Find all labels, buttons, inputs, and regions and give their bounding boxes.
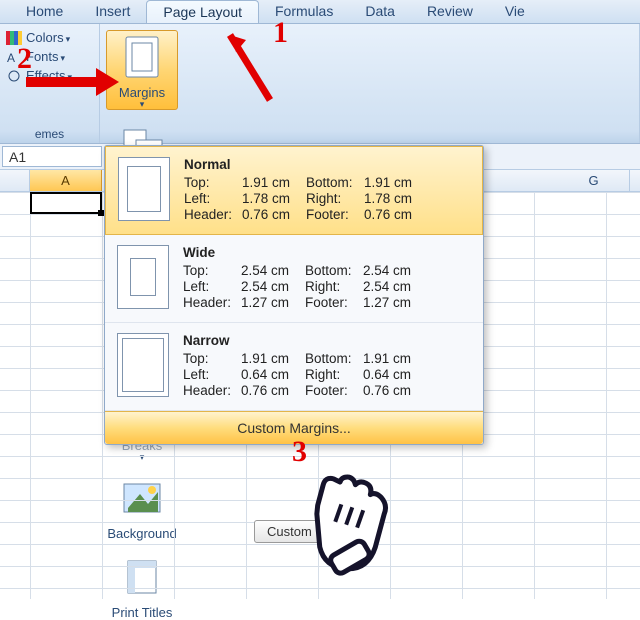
tab-home[interactable]: Home [10,0,79,23]
themes-colors-label: Colors [26,30,70,45]
ribbon: Colors A Fonts Effects emes Margins Orie… [0,24,640,144]
margins-option-wide[interactable]: Wide Top:2.54 cm Bottom:2.54 cm Left:2.5… [105,235,483,323]
margins-wide-title: Wide [183,245,471,260]
custom-tooltip: Custom [254,520,325,543]
tab-page-layout[interactable]: Page Layout [146,0,259,23]
tab-view[interactable]: Vie [489,0,541,23]
margins-option-normal[interactable]: Normal Top:1.91 cm Bottom:1.91 cm Left:1… [105,146,483,235]
print-titles-label: Print Titles [112,605,173,620]
annotation-3: 3 [292,435,307,469]
themes-group: Colors A Fonts Effects emes [0,24,100,143]
ribbon-tabs: Home Insert Page Layout Formulas Data Re… [0,0,640,24]
annotation-2: 2 [17,42,32,76]
svg-text:A: A [7,51,15,64]
margins-normal-title: Normal [184,157,470,172]
margins-option-narrow[interactable]: Narrow Top:1.91 cm Bottom:1.91 cm Left:0… [105,323,483,411]
column-header-g[interactable]: G [558,170,630,191]
margins-dropdown: Normal Top:1.91 cm Bottom:1.91 cm Left:1… [104,145,484,445]
margins-icon [118,33,166,81]
margins-label: Margins [119,85,165,100]
themes-group-label: emes [6,127,93,141]
page-setup-group: Margins Orientation Size Print Area Brea… [100,24,640,143]
themes-effects-label: Effects [26,68,72,83]
active-cell[interactable] [30,192,102,214]
select-all-corner[interactable] [0,170,30,191]
tab-insert[interactable]: Insert [79,0,146,23]
margins-thumb-normal-icon [118,157,170,221]
margins-button[interactable]: Margins [106,30,178,110]
annotation-1: 1 [273,16,288,50]
tab-data[interactable]: Data [349,0,411,23]
column-header-a[interactable]: A [30,170,102,191]
tab-review[interactable]: Review [411,0,489,23]
margins-thumb-narrow-icon [117,333,169,397]
margins-thumb-wide-icon [117,245,169,309]
margins-narrow-title: Narrow [183,333,471,348]
name-box[interactable]: A1 [2,146,102,167]
